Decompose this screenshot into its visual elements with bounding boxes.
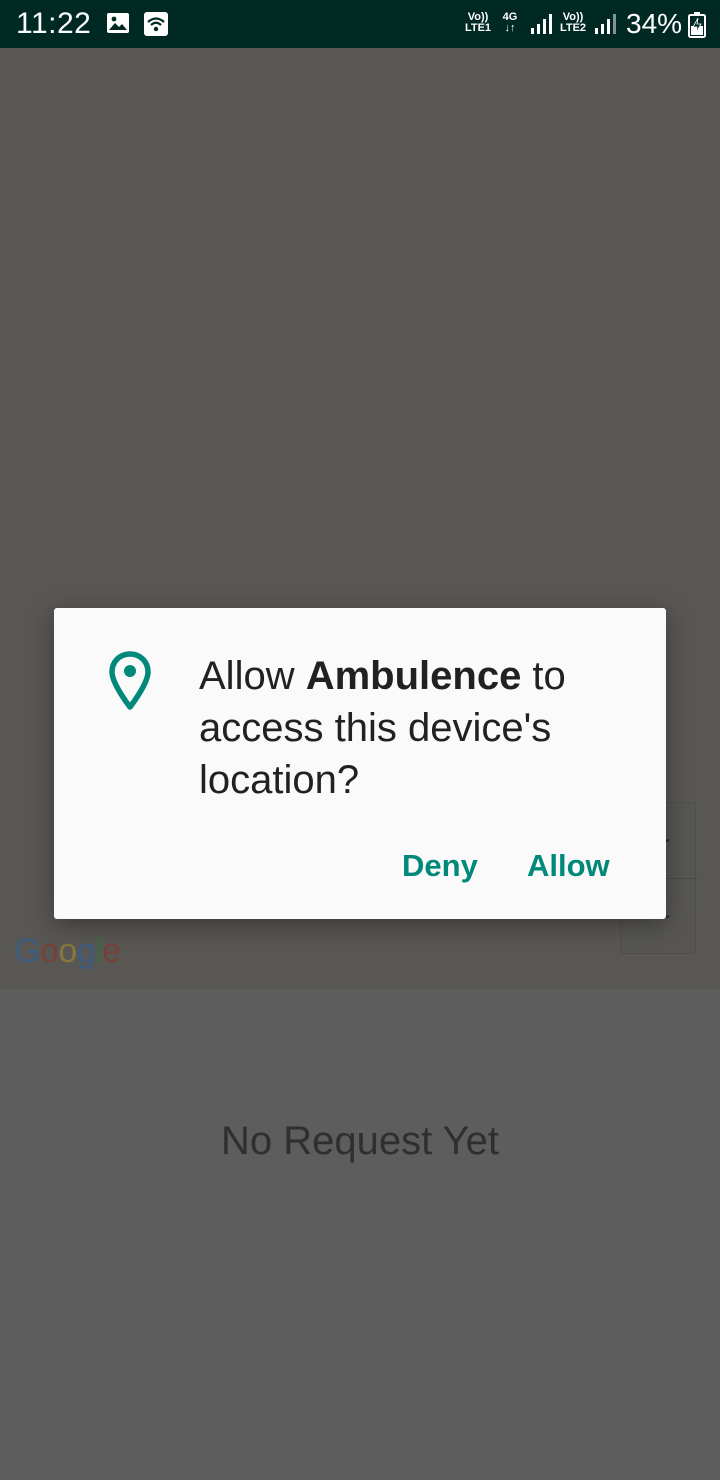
wifi-notification-icon: [144, 12, 168, 36]
battery-charging-icon: [688, 12, 706, 38]
network-type-label: 4G ↓↑: [502, 11, 518, 34]
app-name: Ambulence: [305, 654, 522, 698]
no-request-text: No Request Yet: [221, 1119, 499, 1163]
screen: 11:22 Vo)) LTE1 4G ↓↑ Vo)) LTE2 34% Goog…: [0, 0, 720, 1480]
request-panel: No Request Yet: [0, 989, 720, 1480]
sim2-label: Vo)) LTE2: [559, 11, 587, 34]
battery-percentage: 34%: [626, 8, 683, 39]
signal-strength-1-icon: [531, 14, 552, 34]
location-pin-icon: [109, 651, 151, 710]
status-time: 11:22: [16, 7, 92, 40]
status-bar: 11:22 Vo)) LTE1 4G ↓↑ Vo)) LTE2 34%: [0, 0, 720, 48]
google-logo: Google: [14, 932, 121, 970]
allow-button[interactable]: Allow: [527, 842, 610, 890]
deny-button[interactable]: Deny: [402, 842, 478, 890]
signal-strength-2-icon: [595, 14, 616, 34]
permission-message: Allow Ambulence to access this device's …: [199, 654, 566, 802]
sim1-label: Vo)) LTE1: [464, 11, 492, 34]
gallery-notification-icon: [107, 13, 129, 33]
location-permission-dialog: Allow Ambulence to access this device's …: [54, 608, 666, 919]
